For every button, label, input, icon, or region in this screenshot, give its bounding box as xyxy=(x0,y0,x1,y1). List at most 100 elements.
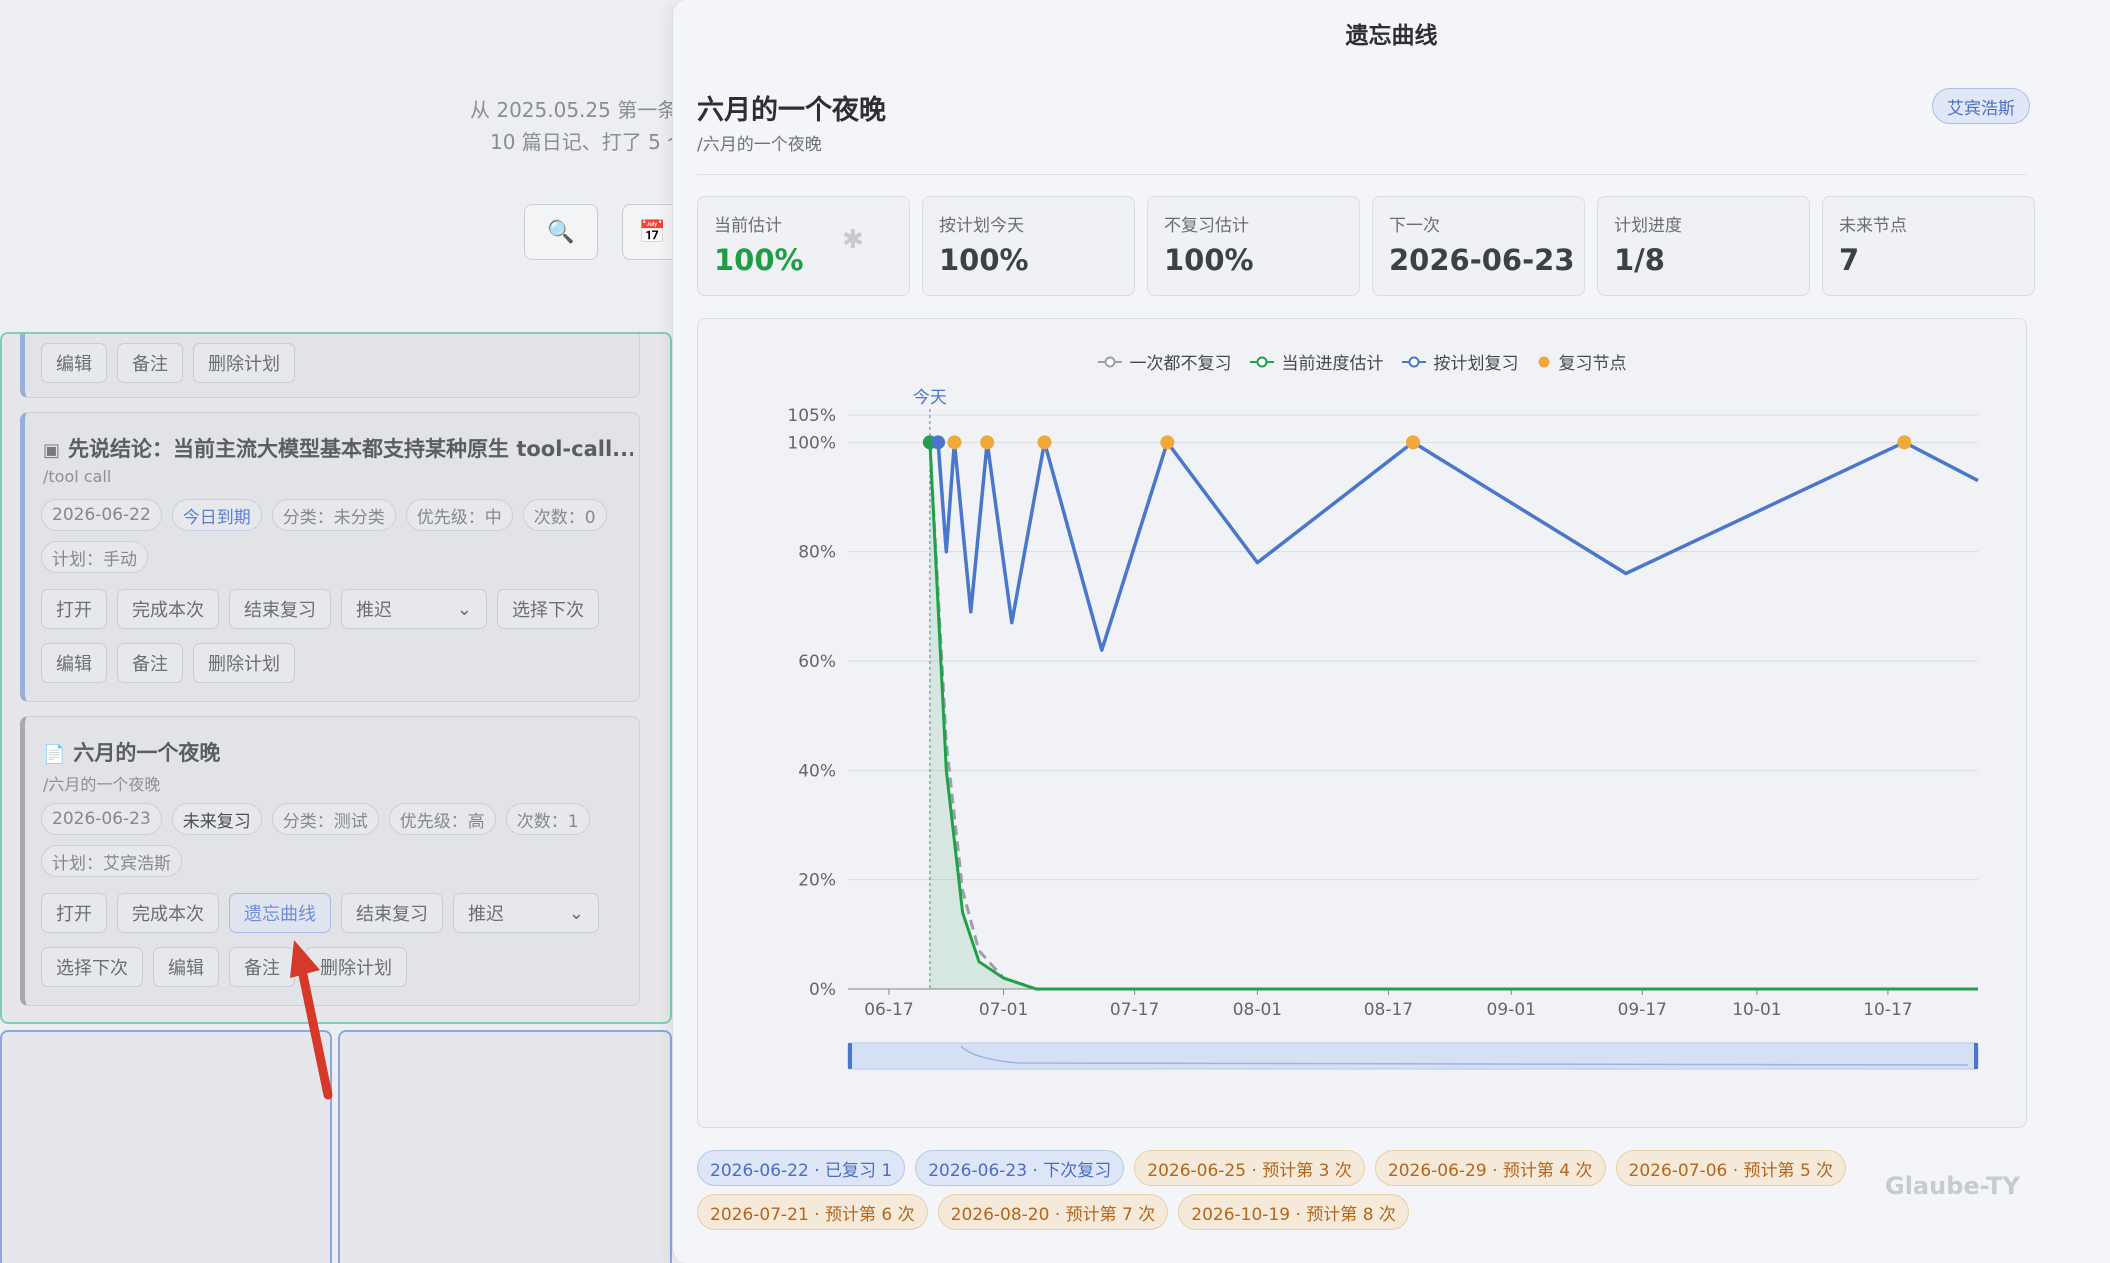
watermark: Glaube-TY xyxy=(1885,1172,2020,1200)
edit-button[interactable]: 编辑 xyxy=(41,643,107,683)
stat-no-review: 不复习估计 100% xyxy=(1147,196,1360,296)
note-button[interactable]: 备注 xyxy=(117,343,183,383)
review-node xyxy=(1406,435,1420,450)
end-review-button[interactable]: 结束复习 xyxy=(229,589,331,629)
forgetting-curve-chart: 0% 20% 40% 60% 80% 100% 105% 06-17 07-01 07-17 08-… xyxy=(787,388,1979,1070)
plan-badge: 艾宾浩斯 xyxy=(1932,88,2030,124)
card-title[interactable]: ▣ 先说结论：当前主流大模型基本都支持某种原生 tool-call... xyxy=(43,433,633,463)
stat-current-estimate: 当前估计 100% ✱ xyxy=(697,196,910,296)
review-card-top: 编辑 备注 删除计划 xyxy=(20,334,640,398)
forgetting-curve-modal: 遗忘曲线 六月的一个夜晚 /六月的一个夜晚 艾宾浩斯 当前估计 100% ✱ 按… xyxy=(672,0,2110,1263)
series-no-review xyxy=(928,442,1978,991)
chevron-down-icon: ⌄ xyxy=(456,598,472,620)
x-tick-label: 07-17 xyxy=(1110,1000,1159,1020)
edit-button[interactable]: 编辑 xyxy=(41,343,107,383)
bottom-panel-right xyxy=(338,1030,672,1263)
postpone-select[interactable]: 推迟 ⌄ xyxy=(453,893,599,933)
schedule-pill: 2026-06-22 · 已复习 1 xyxy=(697,1150,906,1186)
category-tag: 分类：测试 xyxy=(271,803,379,835)
review-node xyxy=(931,435,946,450)
y-tick-label: 100% xyxy=(787,433,836,453)
status-tag: 今日到期 xyxy=(171,499,262,531)
y-tick-label: 40% xyxy=(798,761,836,781)
edit-button[interactable]: 编辑 xyxy=(153,947,219,987)
current-estimate-area xyxy=(929,442,1978,989)
plan-tag: 计划：手动 xyxy=(41,541,148,573)
open-button[interactable]: 打开 xyxy=(41,893,107,933)
document-icon: 📄 xyxy=(43,744,66,765)
review-node xyxy=(1160,435,1175,450)
priority-tag: 优先级：高 xyxy=(388,803,496,835)
open-button[interactable]: 打开 xyxy=(41,589,107,629)
choose-next-button[interactable]: 选择下次 xyxy=(41,947,143,987)
review-card-tool-call: ▣ 先说结论：当前主流大模型基本都支持某种原生 tool-call... /too… xyxy=(20,412,640,702)
chevron-down-icon: ⌄ xyxy=(568,902,584,924)
search-icon: 🔍 xyxy=(547,219,575,245)
modal-title: 遗忘曲线 xyxy=(1345,23,1438,49)
schedule-pill: 2026-07-21 · 预计第 6 次 xyxy=(697,1194,928,1230)
review-node xyxy=(947,435,962,450)
category-tag: 分类：未分类 xyxy=(271,499,396,531)
intro-line-1: 从 2025.05.25 第一条 xyxy=(470,98,678,122)
forgetting-curve-button[interactable]: 遗忘曲线 xyxy=(229,893,331,933)
x-tick-label: 07-01 xyxy=(979,1000,1028,1020)
count-tag: 次数：0 xyxy=(522,499,607,531)
calendar-icon: 📅 xyxy=(638,219,667,245)
red-arrow-annotation xyxy=(290,940,333,1100)
y-tick-label: 105% xyxy=(787,406,836,426)
card-title[interactable]: 📄 六月的一个夜晚 xyxy=(43,737,633,767)
schedule-pill: 2026-06-23 · 下次复习 xyxy=(915,1150,1125,1186)
status-tag: 未来复习 xyxy=(171,803,262,835)
document-icon: ▣ xyxy=(43,440,61,461)
priority-tag: 优先级：中 xyxy=(405,499,513,531)
zoom-handle-left xyxy=(848,1043,852,1069)
y-tick-label: 20% xyxy=(798,871,836,891)
y-tick-label: 80% xyxy=(798,543,836,563)
complete-button[interactable]: 完成本次 xyxy=(117,893,219,933)
chart-panel: 一次都不复习 当前进度估计 按计划复习 复习节点 0% 20% 40% 60% 80% 1… xyxy=(697,318,2027,1128)
document-path: /六月的一个夜晚 xyxy=(697,135,822,155)
count-tag: 次数：1 xyxy=(505,803,590,835)
review-node xyxy=(1897,435,1912,450)
x-tick-label: 09-01 xyxy=(1487,1000,1536,1020)
search-button[interactable]: 🔍 xyxy=(524,204,598,260)
choose-next-button[interactable]: 选择下次 xyxy=(497,589,599,629)
schedule-pill: 2026-06-29 · 预计第 4 次 xyxy=(1374,1150,1606,1186)
delete-plan-button[interactable]: 删除计划 xyxy=(193,343,295,383)
y-tick-label: 0% xyxy=(809,980,836,1000)
x-tick-label: 10-17 xyxy=(1863,1000,1912,1020)
note-button[interactable]: 备注 xyxy=(117,643,183,683)
stat-next: 下一次 2026-06-23 xyxy=(1372,196,1585,296)
card-path: /tool call xyxy=(43,467,112,486)
stat-progress: 计划进度 1/8 xyxy=(1597,196,1810,296)
today-label: 今天 xyxy=(913,388,947,408)
schedule-pill: 2026-06-25 · 预计第 3 次 xyxy=(1134,1150,1365,1186)
review-node xyxy=(1037,435,1052,450)
series-current-estimate xyxy=(928,442,1978,991)
x-tick-label: 08-17 xyxy=(1364,1000,1413,1020)
stat-plan-today: 按计划今天 100% xyxy=(922,196,1135,296)
intro-text: 从 2025.05.25 第一条 10 篇日记、打了 5 个 xyxy=(470,94,700,158)
postpone-select[interactable]: 推迟 ⌄ xyxy=(341,589,487,629)
plan-tag: 计划：艾宾浩斯 xyxy=(41,845,182,877)
zoom-handle-right xyxy=(1974,1043,1978,1069)
date-tag: 2026-06-23 xyxy=(41,803,162,835)
schedule-pills: 2026-06-22 · 已复习 1 2026-06-23 · 下次复习 2026-… xyxy=(697,1150,1897,1230)
review-list: 编辑 备注 删除计划 ▣ 先说结论：当前主流大模型基本都支持某种原生 tool-c… xyxy=(0,332,672,1024)
schedule-pill: 2026-10-19 · 预计第 8 次 xyxy=(1178,1194,1409,1230)
delete-plan-button[interactable]: 删除计划 xyxy=(193,643,295,683)
schedule-pill: 2026-07-06 · 预计第 5 次 xyxy=(1615,1150,1847,1186)
x-tick-label: 09-17 xyxy=(1618,1000,1667,1020)
divider xyxy=(697,174,2027,175)
stats-row: 当前估计 100% ✱ 按计划今天 100% 不复习估计 100% 下一次 20… xyxy=(697,196,2035,296)
schedule-pill: 2026-08-20 · 预计第 7 次 xyxy=(937,1194,1169,1230)
end-review-button[interactable]: 结束复习 xyxy=(341,893,443,933)
complete-button[interactable]: 完成本次 xyxy=(117,589,219,629)
x-tick-label: 08-01 xyxy=(1233,1000,1282,1020)
x-tick-label: 10-01 xyxy=(1732,1000,1781,1020)
document-name: 六月的一个夜晚 xyxy=(697,95,886,126)
series-plan xyxy=(929,440,1979,652)
card-path: /六月的一个夜晚 xyxy=(43,775,161,794)
y-tick-label: 60% xyxy=(798,652,836,672)
loading-icon: ✱ xyxy=(842,225,864,255)
